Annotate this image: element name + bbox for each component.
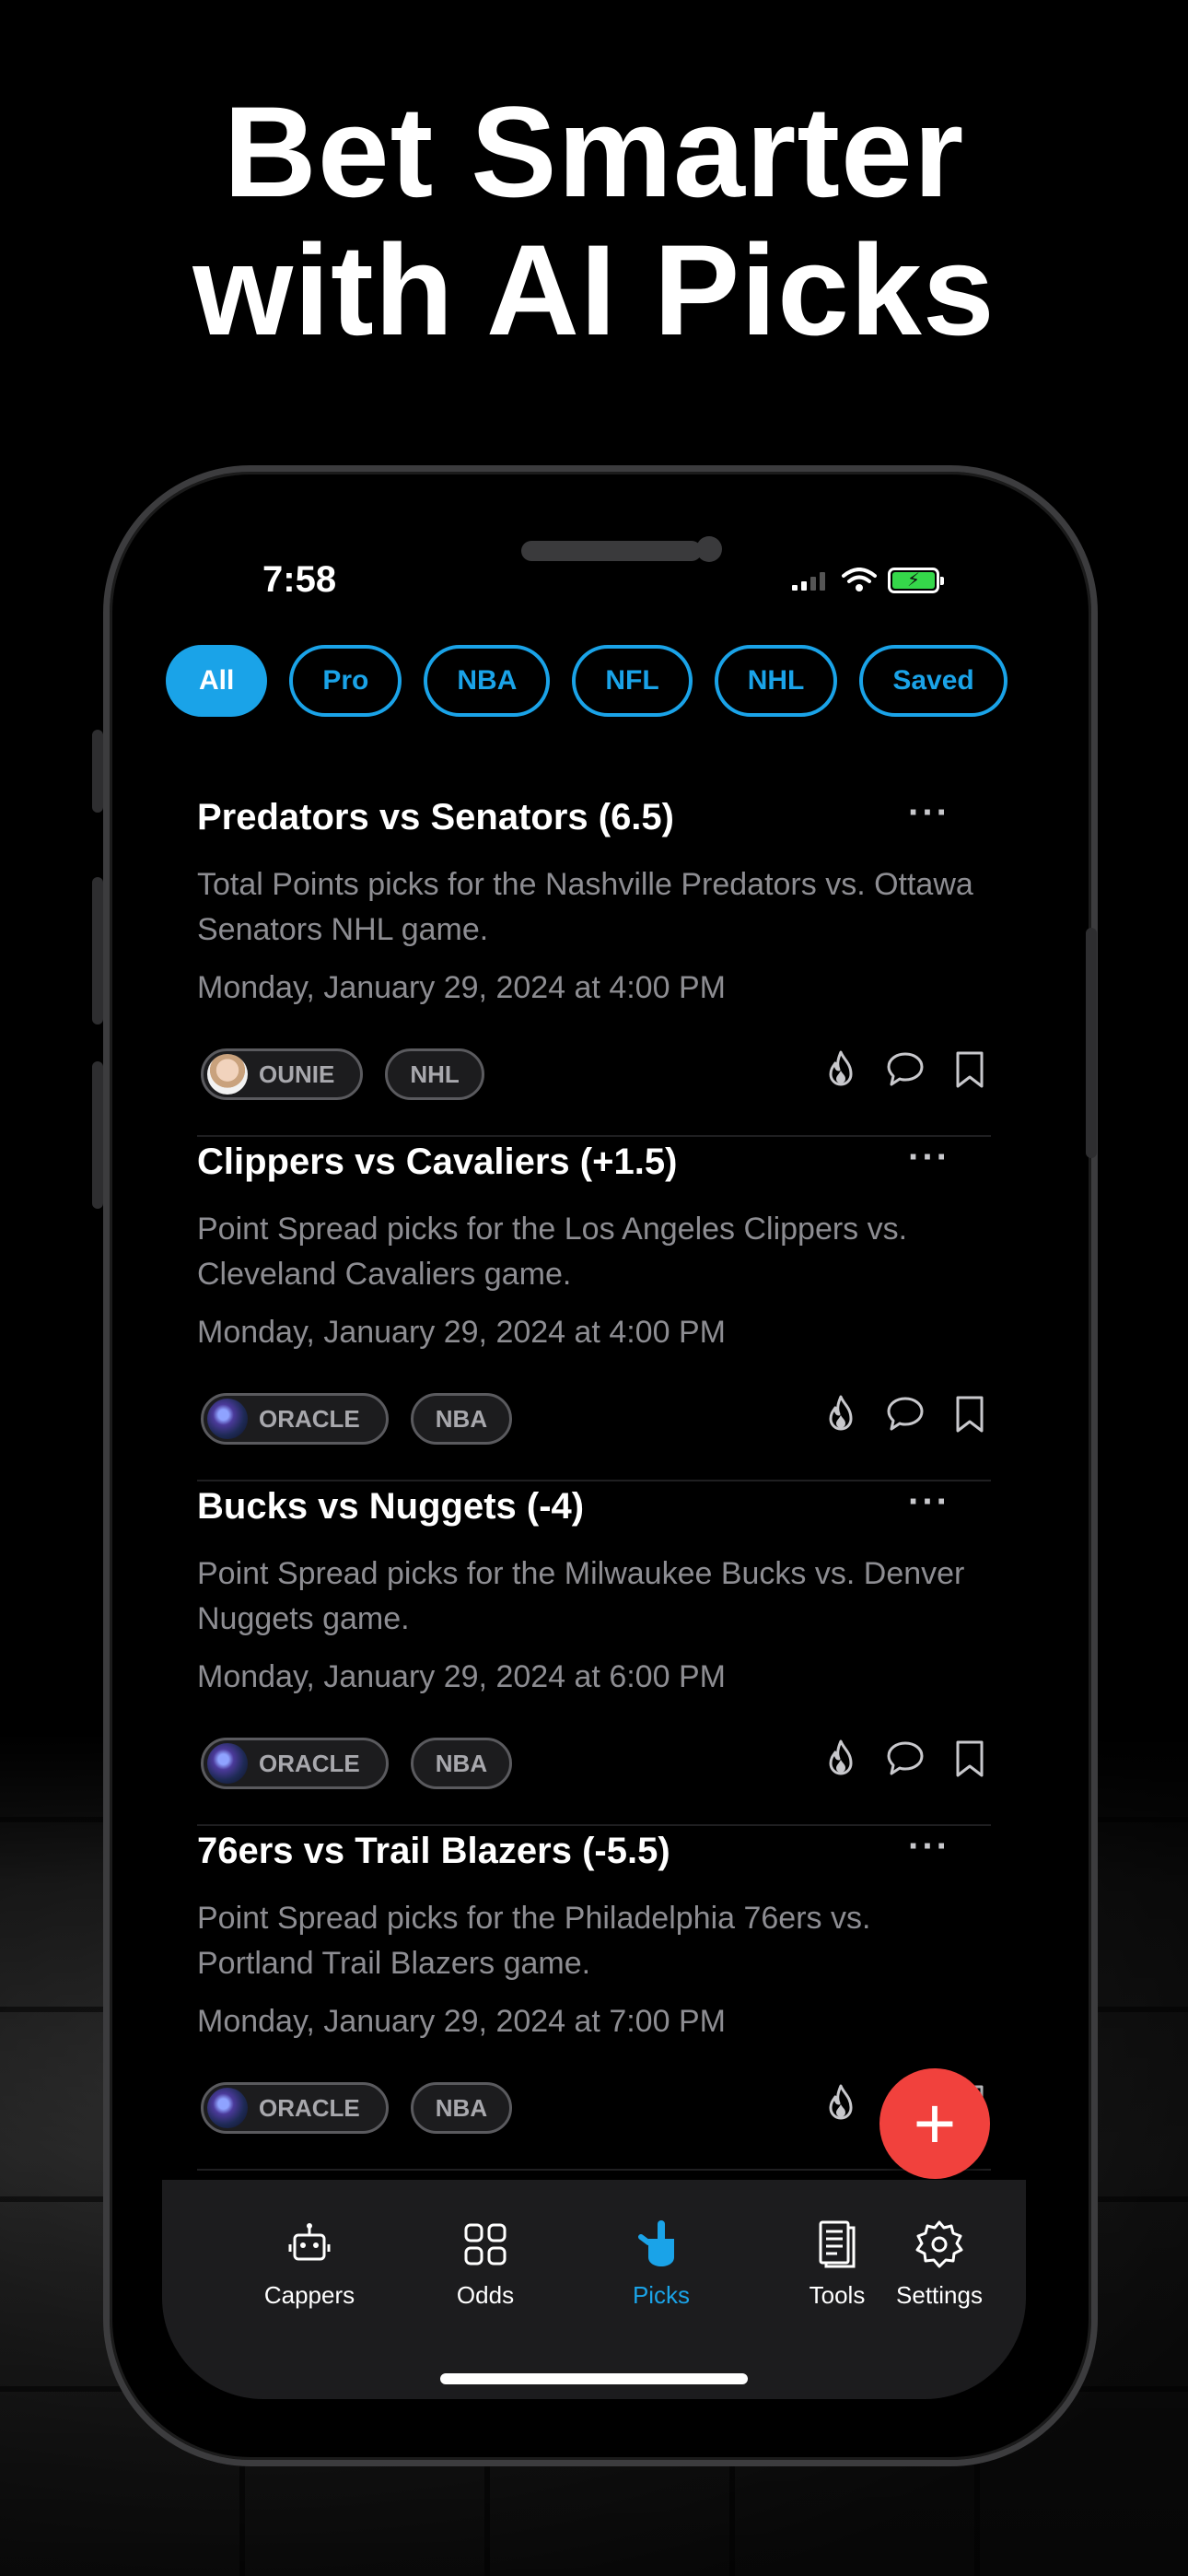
tab-bar: Cappers Odds Picks Tools Settings bbox=[162, 2180, 1026, 2399]
robot-icon bbox=[288, 2223, 331, 2261]
comment-icon[interactable] bbox=[884, 1393, 926, 1435]
pick-description: Point Spread picks for the Philadelphia … bbox=[197, 1901, 871, 1981]
capper-name: OUNIE bbox=[259, 1060, 335, 1088]
bookmark-icon[interactable] bbox=[949, 1048, 991, 1091]
pick-date: Monday, January 29, 2024 at 4:00 PM bbox=[197, 1315, 726, 1350]
phone-side-button bbox=[92, 730, 103, 813]
tab-label: Odds bbox=[456, 2281, 515, 2309]
document-icon bbox=[819, 2220, 856, 2268]
camera-dot bbox=[696, 536, 722, 562]
capper-tag[interactable]: ORACLE bbox=[201, 2082, 389, 2134]
add-pick-button[interactable]: + bbox=[879, 2068, 990, 2179]
status-icons: ⚡ bbox=[792, 568, 944, 593]
foam-finger-icon bbox=[638, 2220, 674, 2266]
comment-icon[interactable] bbox=[884, 1048, 926, 1091]
phone-side-button bbox=[92, 1061, 103, 1209]
headline-line-1: Bet Smarter bbox=[223, 79, 965, 224]
league-tag[interactable]: NBA bbox=[410, 1738, 513, 1789]
comment-icon[interactable] bbox=[884, 1738, 926, 1780]
capper-avatar bbox=[207, 1399, 248, 1439]
fire-icon[interactable] bbox=[820, 2082, 862, 2125]
more-options-icon[interactable]: ··· bbox=[908, 1826, 950, 1868]
pick-description: Total Points picks for the Nashville Pre… bbox=[197, 867, 973, 947]
tab-cappers[interactable]: Cappers bbox=[222, 2217, 397, 2310]
tab-label: Cappers bbox=[263, 2281, 355, 2309]
headline-line-2: with AI Picks bbox=[192, 217, 996, 362]
bookmark-icon[interactable] bbox=[949, 1393, 991, 1435]
tab-label: Picks bbox=[632, 2281, 691, 2309]
filter-chip-nhl[interactable]: NHL bbox=[714, 645, 838, 717]
pick-description: Point Spread picks for the Los Angeles C… bbox=[197, 1212, 908, 1292]
capper-tag[interactable]: ORACLE bbox=[201, 1738, 389, 1789]
tab-label: Tools bbox=[809, 2281, 866, 2309]
filter-chip-pro[interactable]: Pro bbox=[289, 645, 402, 717]
capper-name: ORACLE bbox=[259, 2093, 360, 2122]
pick-title: Clippers vs Cavaliers (+1.5) bbox=[197, 1142, 678, 1182]
picks-feed: Predators vs Senators (6.5) ··· Total Po… bbox=[197, 792, 991, 2171]
pick-title: 76ers vs Trail Blazers (-5.5) bbox=[197, 1831, 670, 1871]
filter-chip-all[interactable]: All bbox=[166, 645, 268, 717]
phone-side-button bbox=[1086, 928, 1097, 1158]
filter-chip-nfl[interactable]: NFL bbox=[572, 645, 693, 717]
capper-avatar bbox=[207, 1054, 248, 1095]
more-options-icon[interactable]: ··· bbox=[908, 1481, 950, 1523]
gear-icon bbox=[915, 2220, 963, 2268]
capper-avatar bbox=[207, 1743, 248, 1784]
pick-date: Monday, January 29, 2024 at 6:00 PM bbox=[197, 1659, 726, 1694]
tab-picks[interactable]: Picks bbox=[574, 2217, 749, 2310]
battery-icon: ⚡ bbox=[888, 568, 944, 593]
wifi-icon bbox=[842, 568, 877, 591]
pick-date: Monday, January 29, 2024 at 7:00 PM bbox=[197, 2004, 726, 2039]
capper-tag[interactable]: OUNIE bbox=[201, 1048, 364, 1100]
league-tag[interactable]: NBA bbox=[410, 1393, 513, 1445]
bookmark-icon[interactable] bbox=[949, 1738, 991, 1780]
tab-label: Settings bbox=[896, 2281, 983, 2309]
pick-title: Predators vs Senators (6.5) bbox=[197, 797, 674, 837]
home-indicator[interactable] bbox=[440, 2373, 748, 2384]
fire-icon[interactable] bbox=[820, 1738, 862, 1780]
pick-date: Monday, January 29, 2024 at 4:00 PM bbox=[197, 970, 726, 1005]
pick-description: Point Spread picks for the Milwaukee Buc… bbox=[197, 1556, 965, 1636]
pick-card[interactable]: Bucks vs Nuggets (-4) ··· Point Spread p… bbox=[197, 1481, 991, 1826]
capper-tag[interactable]: ORACLE bbox=[201, 1393, 389, 1445]
phone-side-button bbox=[92, 877, 103, 1025]
capper-name: ORACLE bbox=[259, 1404, 360, 1433]
filter-chips: All Pro NBA NFL NHL Saved bbox=[166, 645, 1007, 717]
grid-icon bbox=[464, 2223, 507, 2266]
capper-avatar bbox=[207, 2088, 248, 2128]
speaker-pill bbox=[521, 541, 702, 561]
pick-card[interactable]: 76ers vs Trail Blazers (-5.5) ··· Point … bbox=[197, 1826, 991, 2171]
filter-chip-saved[interactable]: Saved bbox=[859, 645, 1007, 717]
more-options-icon[interactable]: ··· bbox=[908, 1137, 950, 1178]
filter-chip-nba[interactable]: NBA bbox=[424, 645, 551, 717]
fire-icon[interactable] bbox=[820, 1393, 862, 1435]
promo-headline: Bet Smarter with AI Picks bbox=[0, 83, 1188, 359]
league-tag[interactable]: NHL bbox=[385, 1048, 484, 1100]
more-options-icon[interactable]: ··· bbox=[908, 792, 950, 834]
tab-odds[interactable]: Odds bbox=[398, 2217, 573, 2310]
status-time: 7:58 bbox=[262, 559, 337, 600]
pick-card[interactable]: Clippers vs Cavaliers (+1.5) ··· Point S… bbox=[197, 1137, 991, 1481]
tab-settings[interactable]: Settings bbox=[889, 2217, 990, 2310]
cellular-signal-icon bbox=[792, 572, 825, 591]
fire-icon[interactable] bbox=[820, 1048, 862, 1091]
league-tag[interactable]: NBA bbox=[410, 2082, 513, 2134]
pick-title: Bucks vs Nuggets (-4) bbox=[197, 1486, 585, 1527]
capper-name: ORACLE bbox=[259, 1749, 360, 1777]
pick-card[interactable]: Predators vs Senators (6.5) ··· Total Po… bbox=[197, 792, 991, 1137]
